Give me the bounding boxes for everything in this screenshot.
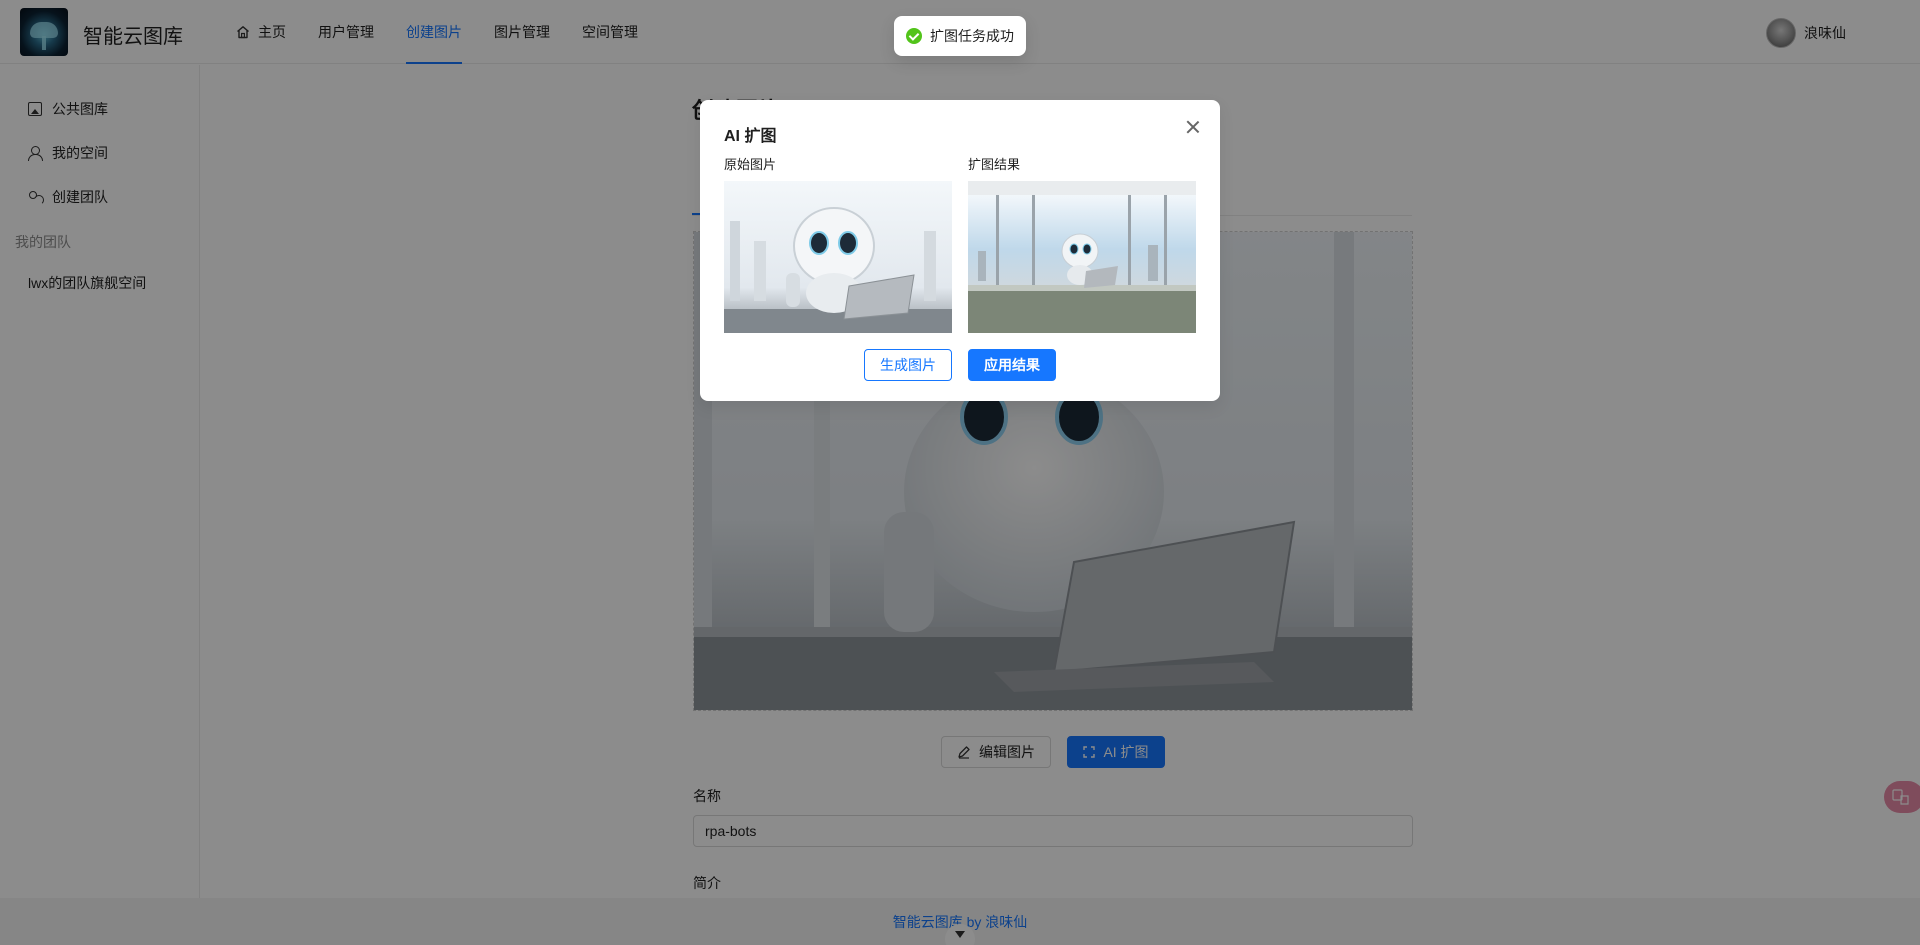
expand-result-preview[interactable]	[968, 181, 1196, 333]
original-picture-preview[interactable]	[724, 181, 952, 333]
expanded-robot-photo	[968, 181, 1196, 333]
apply-result-button[interactable]: 应用结果	[968, 349, 1056, 381]
expand-result-label: 扩图结果	[968, 157, 1021, 172]
modal-title: AI 扩图	[724, 128, 777, 145]
close-icon[interactable]	[1182, 116, 1204, 138]
toast-message: 扩图任务成功	[930, 28, 1014, 44]
original-robot-photo	[724, 181, 952, 333]
generate-picture-button[interactable]: 生成图片	[864, 349, 952, 381]
original-picture-label: 原始图片	[724, 157, 777, 172]
check-circle-icon	[906, 28, 922, 44]
success-toast: 扩图任务成功	[894, 16, 1026, 56]
ai-expand-modal: AI 扩图 原始图片 扩图结果 生成图片 应用结果	[700, 100, 1220, 401]
